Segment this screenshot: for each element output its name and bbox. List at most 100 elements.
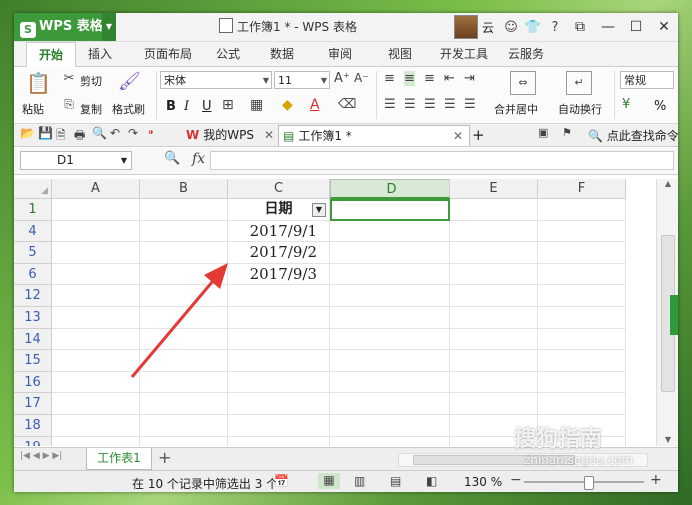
cell-b18[interactable]	[140, 415, 228, 437]
row-header-16[interactable]: 16	[14, 371, 52, 394]
cell-e5[interactable]	[450, 242, 538, 264]
cell-d15[interactable]	[330, 350, 450, 372]
scroll-down-icon[interactable]: ▼	[657, 435, 678, 444]
fx-icon[interactable]: fx	[192, 151, 205, 167]
export-pdf-icon[interactable]: 🗎	[56, 126, 66, 147]
format-painter-icon[interactable]: 🖌	[118, 71, 141, 92]
flag-icon[interactable]: ⚑	[562, 126, 572, 139]
row-header-13[interactable]: 13	[14, 307, 52, 329]
print-icon[interactable]: 🖶	[74, 126, 85, 147]
align-top-icon[interactable]: ≡	[384, 71, 395, 86]
cell-c12[interactable]	[228, 285, 330, 307]
cell-c5[interactable]: 2017/9/2	[228, 242, 330, 264]
copy-button[interactable]: 复制	[80, 101, 102, 117]
cell-a1[interactable]	[52, 199, 140, 221]
cell-f6[interactable]	[538, 263, 626, 286]
add-sheet-button[interactable]: +	[158, 448, 171, 467]
bold-button[interactable]: B	[166, 99, 176, 114]
indent-increase-icon[interactable]: ⇥	[464, 71, 475, 86]
row-header-4[interactable]: 4	[14, 220, 52, 243]
undo-icon[interactable]: ↶	[110, 126, 120, 140]
cell-b17[interactable]	[140, 393, 228, 415]
column-header-f[interactable]: F	[538, 179, 626, 199]
cell-b4[interactable]	[140, 220, 228, 243]
cell-a19[interactable]	[52, 436, 140, 446]
page-break-view-icon[interactable]: ▤	[390, 474, 401, 488]
row-header-15[interactable]: 15	[14, 350, 52, 372]
font-color-icon[interactable]: A	[310, 97, 320, 113]
command-search[interactable]: 🔍 点此查找命令	[588, 127, 678, 144]
cell-b14[interactable]	[140, 328, 228, 351]
maximize-icon[interactable]: ☐	[622, 19, 650, 35]
fill-pattern-icon[interactable]: ▦	[250, 97, 263, 113]
cell-a5[interactable]	[52, 242, 140, 264]
app-menu-button[interactable]: S WPS 表格 ▼	[14, 13, 116, 41]
cell-d6[interactable]	[330, 263, 450, 286]
distributed-icon[interactable]: ☰	[464, 97, 476, 112]
close-icon[interactable]: ✕	[264, 125, 274, 145]
wrap-text-icon[interactable]: ↵	[566, 71, 592, 95]
tab-developer[interactable]: 开发工具	[432, 42, 496, 66]
cell-b12[interactable]	[140, 285, 228, 307]
scroll-up-icon[interactable]: ▲	[657, 179, 678, 188]
currency-format-icon[interactable]: ¥	[622, 97, 630, 112]
fill-color-icon[interactable]: ◆	[282, 97, 293, 113]
open-folder-icon[interactable]: 📂	[20, 126, 35, 140]
cell-c15[interactable]	[228, 350, 330, 372]
paste-button[interactable]: 粘贴	[22, 101, 44, 117]
cell-b13[interactable]	[140, 307, 228, 329]
page-layout-view-icon[interactable]: ▥	[354, 474, 365, 488]
save-icon[interactable]: 💾	[38, 126, 53, 140]
zoom-slider[interactable]	[524, 476, 644, 490]
cell-f16[interactable]	[538, 371, 626, 394]
cell-a4[interactable]	[52, 220, 140, 243]
cell-a17[interactable]	[52, 393, 140, 415]
zoom-search-icon[interactable]: 🔍	[164, 151, 180, 166]
cell-d4[interactable]	[330, 220, 450, 243]
row-header-5[interactable]: 5	[14, 242, 52, 264]
cell-d17[interactable]	[330, 393, 450, 415]
cell-d19[interactable]	[330, 436, 450, 446]
new-tab-button[interactable]: +	[472, 125, 488, 145]
help-icon[interactable]: ?	[546, 20, 564, 35]
row-header-14[interactable]: 14	[14, 328, 52, 351]
cell-f5[interactable]	[538, 242, 626, 264]
side-panel-toggle[interactable]	[670, 295, 678, 335]
cell-f1[interactable]	[538, 199, 626, 221]
justify-icon[interactable]: ☰	[444, 97, 456, 112]
close-icon[interactable]: ✕	[453, 126, 463, 146]
cell-c14[interactable]	[228, 328, 330, 351]
column-header-c[interactable]: C	[228, 179, 330, 199]
copy-icon[interactable]: ⎘	[62, 97, 76, 112]
borders-icon[interactable]: ⊞	[222, 97, 234, 113]
row-header-12[interactable]: 12	[14, 285, 52, 307]
cell-e12[interactable]	[450, 285, 538, 307]
cell-f4[interactable]	[538, 220, 626, 243]
cell-a6[interactable]	[52, 263, 140, 286]
cell-b6[interactable]	[140, 263, 228, 286]
align-middle-icon[interactable]: ≡	[404, 71, 415, 86]
name-box[interactable]: D1 ▼	[20, 151, 132, 170]
cell-c16[interactable]	[228, 371, 330, 394]
cell-c13[interactable]	[228, 307, 330, 329]
align-left-icon[interactable]: ☰	[384, 97, 396, 112]
select-all-corner[interactable]: ◢	[14, 179, 52, 199]
cell-c4[interactable]: 2017/9/1	[228, 220, 330, 243]
cell-b15[interactable]	[140, 350, 228, 372]
cell-c18[interactable]	[228, 415, 330, 437]
tab-cloud-service[interactable]: 云服务	[502, 42, 550, 66]
tab-my-wps[interactable]: W 我的WPS ✕	[182, 125, 276, 145]
print-preview-icon[interactable]: 🔍	[92, 126, 107, 140]
column-header-a[interactable]: A	[52, 179, 140, 199]
cell-f15[interactable]	[538, 350, 626, 372]
sheet-tab-1[interactable]: 工作表1	[86, 448, 152, 470]
zoom-slider-thumb[interactable]	[584, 476, 594, 490]
cell-d13[interactable]	[330, 307, 450, 329]
scissors-icon[interactable]: ✂	[62, 71, 76, 86]
cell-f14[interactable]	[538, 328, 626, 351]
tab-formulas[interactable]: 公式	[208, 42, 248, 66]
row-header-19[interactable]: 19	[14, 436, 52, 446]
tab-view[interactable]: 视图	[380, 42, 420, 66]
tab-list-icon[interactable]: ▣	[538, 126, 548, 139]
tab-workbook1[interactable]: ▤ 工作簿1 * ✕	[278, 125, 470, 146]
